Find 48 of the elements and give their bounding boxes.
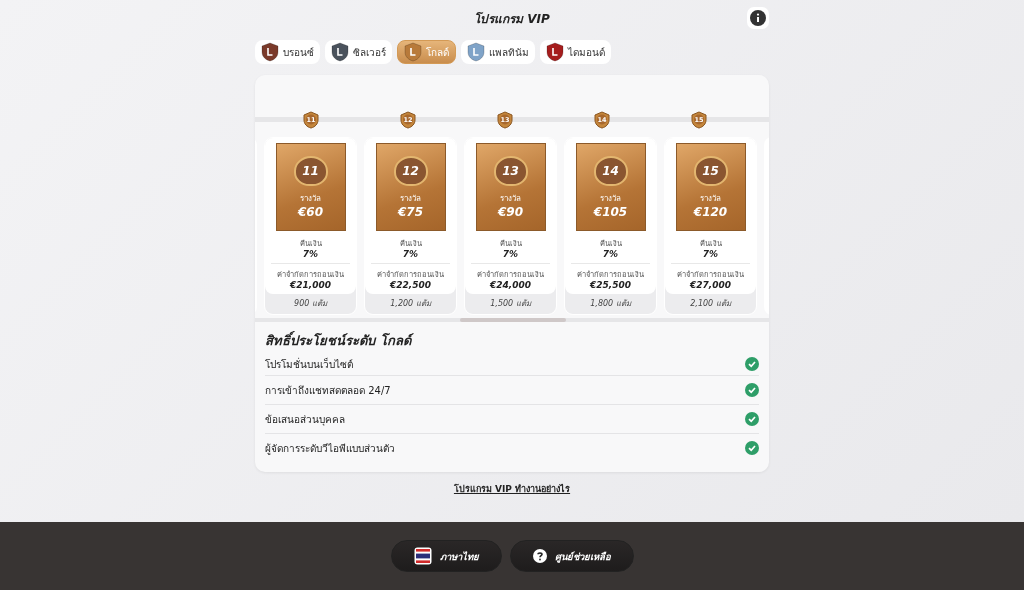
points-text: 2,100 แต้ม: [689, 298, 733, 310]
level-number: 15: [693, 156, 728, 186]
tier-tab[interactable]: ซิลเวอร์: [325, 40, 392, 64]
tier-tab[interactable]: แพลทินัม: [461, 40, 535, 64]
limit-value: €27,000: [690, 280, 731, 290]
points-text: 1,500 แต้ม: [489, 298, 533, 310]
reward-amount: €60: [297, 205, 324, 219]
help-center-button[interactable]: ศูนย์ช่วยเหลือ: [509, 540, 634, 572]
tier-tab[interactable]: ไดมอนด์: [540, 40, 611, 64]
tier-tab[interactable]: บรอนซ์: [255, 40, 320, 64]
reward-amount: €75: [397, 205, 424, 219]
reward-amount: €105: [593, 205, 628, 219]
level-number: 13: [493, 156, 528, 186]
page-title: โปรแกรม VIP: [474, 10, 550, 28]
help-icon: [532, 549, 547, 563]
reward-amount: €90: [497, 205, 524, 219]
flag-icon: [413, 547, 432, 565]
scrollbar-thumb[interactable]: [460, 318, 566, 322]
benefit-text: ข้อเสนอส่วนบุคคล: [265, 412, 345, 427]
benefit-text: ผู้จัดการระดับวีไอพีแบบส่วนตัว: [265, 441, 395, 456]
info-icon: [750, 10, 766, 26]
level-number: 12: [393, 156, 428, 186]
limit-value: €25,500: [590, 280, 631, 290]
info-button[interactable]: [747, 7, 769, 29]
reward-label: รางวัล: [500, 193, 521, 205]
points-text: 1,800 แต้ม: [589, 298, 633, 310]
how-it-works-link[interactable]: โปรแกรม VIP ทำงานอย่างไร: [453, 482, 571, 496]
cashback-value: 7%: [302, 249, 319, 259]
reward-amount: €120: [693, 205, 728, 219]
limit-value: €21,000: [290, 280, 331, 290]
points-text: 1,200 แต้ม: [389, 298, 433, 310]
reward-label: รางวัล: [600, 193, 621, 205]
cashback-value: 7%: [702, 249, 719, 259]
level-number: 14: [593, 156, 628, 186]
cashback-value: 7%: [602, 249, 619, 259]
limit-value: €22,500: [390, 280, 431, 290]
points-text: 900 แต้ม: [293, 298, 329, 310]
level-number: 11: [293, 156, 328, 186]
reward-label: รางวัล: [400, 193, 421, 205]
benefit-text: การเข้าถึงแชทสดตลอด 24/7: [265, 383, 391, 398]
benefits-title: สิทธิ์ประโยชน์ระดับ โกลด์: [265, 330, 759, 351]
benefit-text: โปรโมชั่นบนเว็บไซต์: [265, 356, 353, 372]
reward-label: รางวัล: [700, 193, 721, 205]
cashback-value: 7%: [502, 249, 519, 259]
limit-value: €24,000: [490, 280, 531, 290]
language-button[interactable]: ภาษาไทย: [390, 540, 502, 572]
cashback-value: 7%: [402, 249, 419, 259]
reward-label: รางวัล: [300, 193, 321, 205]
